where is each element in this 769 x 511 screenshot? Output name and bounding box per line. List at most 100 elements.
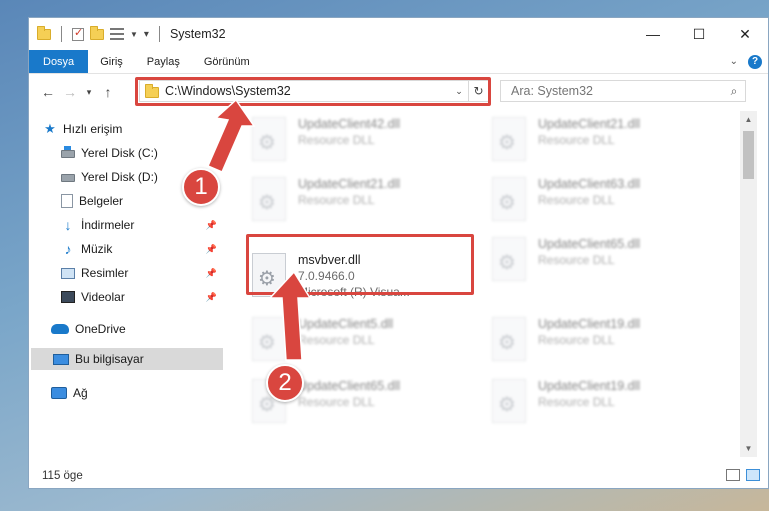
sidebar-item-label: Resimler — [81, 266, 129, 280]
help-icon[interactable]: ? — [748, 54, 762, 69]
title-divider — [158, 26, 160, 42]
search-input[interactable] — [511, 84, 723, 98]
navigation-pane: ★ Hızlı erişim Yerel Disk (C:) Yerel Dis… — [29, 116, 223, 456]
forward-arrow-icon[interactable]: → — [59, 84, 81, 100]
customize-toolbar-icon[interactable]: ▾ — [144, 29, 149, 40]
expand-ribbon-icon[interactable]: ⌄ — [730, 56, 738, 67]
search-box[interactable]: ⌕ — [500, 80, 746, 102]
pin-icon[interactable]: 📌 — [206, 220, 217, 231]
pin-icon[interactable]: 📌 — [206, 244, 217, 255]
file-tile[interactable]: UpdateClient63.dll Resource DLL — [488, 171, 718, 227]
scroll-thumb[interactable] — [743, 131, 754, 179]
scroll-down-icon[interactable]: ▼ — [740, 440, 757, 457]
title-bar: ▼ ▾ System32 — ☐ ✕ — [29, 18, 768, 50]
network-icon — [51, 387, 67, 399]
ribbon-tabs: Dosya Giriş Paylaş Görünüm ⌄ ? — [29, 50, 768, 74]
tab-home[interactable]: Giriş — [88, 50, 135, 73]
file-description: Resource DLL — [298, 333, 375, 347]
sidebar-item-label: Bu bilgisayar — [75, 352, 144, 366]
close-button[interactable]: ✕ — [722, 18, 768, 50]
sidebar-item-label: Belgeler — [79, 194, 124, 208]
sidebar-item-onedrive[interactable]: OneDrive — [51, 318, 221, 340]
dll-file-icon — [492, 317, 526, 361]
back-arrow-icon[interactable]: ← — [37, 84, 59, 100]
dll-file-icon — [492, 237, 526, 281]
item-count: 115 öge — [42, 470, 83, 482]
file-tile[interactable]: UpdateClient19.dll Resource DLL — [488, 311, 718, 367]
documents-icon — [61, 194, 73, 208]
file-name: UpdateClient19.dll — [538, 379, 641, 393]
dll-file-icon — [492, 117, 526, 161]
videos-icon — [61, 291, 75, 303]
sidebar-item-downloads[interactable]: ↓ İndirmeler 📌 — [61, 214, 221, 236]
properties-icon[interactable] — [72, 26, 84, 41]
minimize-button[interactable]: — — [630, 18, 676, 50]
customize-view-icon[interactable] — [110, 28, 124, 40]
vertical-scrollbar[interactable]: ▲ ▼ — [740, 111, 757, 457]
tiles-view-icon[interactable] — [746, 469, 760, 481]
star-icon: ★ — [44, 121, 56, 136]
sidebar-item-label: Yerel Disk (C:) — [81, 146, 158, 160]
pin-icon[interactable]: 📌 — [206, 292, 217, 303]
sidebar-item-quick-access[interactable]: ★ Hızlı erişim — [43, 118, 219, 140]
file-description: Resource DLL — [298, 133, 375, 147]
pictures-icon — [61, 267, 75, 279]
tab-file[interactable]: Dosya — [29, 50, 89, 73]
maximize-button[interactable]: ☐ — [676, 18, 722, 50]
sidebar-item-label: Hızlı erişim — [63, 122, 123, 136]
file-tile[interactable]: UpdateClient19.dll Resource DLL — [488, 373, 718, 429]
file-name: UpdateClient21.dll — [298, 177, 401, 191]
pin-icon[interactable]: 📌 — [206, 268, 217, 279]
file-name: UpdateClient63.dll — [538, 177, 641, 191]
music-icon: ♪ — [64, 241, 72, 257]
tab-view[interactable]: Görünüm — [192, 50, 262, 73]
file-tile[interactable]: UpdateClient5.dll Resource DLL — [248, 311, 478, 367]
file-name: UpdateClient42.dll — [298, 117, 401, 131]
file-tile[interactable]: UpdateClient42.dll Resource DLL — [248, 111, 478, 167]
this-pc-icon — [53, 353, 69, 365]
step-2-badge: 2 — [266, 364, 304, 402]
details-view-icon[interactable] — [726, 469, 740, 481]
folder-icon — [37, 25, 51, 40]
file-name: UpdateClient19.dll — [538, 317, 641, 331]
sidebar-item-label: Videolar — [81, 290, 125, 304]
file-name: UpdateClient65.dll — [538, 237, 641, 251]
sidebar-item-videos[interactable]: Videolar 📌 — [61, 286, 221, 308]
sidebar-item-label: Yerel Disk (D:) — [81, 170, 158, 184]
file-name: UpdateClient5.dll — [298, 317, 394, 331]
sidebar-item-network[interactable]: Ağ — [51, 382, 221, 404]
sidebar-item-label: İndirmeler — [81, 218, 135, 232]
sidebar-item-label: Ağ — [73, 386, 88, 400]
file-tile[interactable]: UpdateClient65.dll Resource DLL — [488, 231, 718, 287]
sidebar-item-label: OneDrive — [75, 322, 126, 336]
file-tile[interactable]: UpdateClient21.dll Resource DLL — [488, 111, 718, 167]
tab-share[interactable]: Paylaş — [135, 50, 192, 73]
downloads-icon: ↓ — [64, 217, 72, 233]
file-name: UpdateClient21.dll — [538, 117, 641, 131]
scroll-up-icon[interactable]: ▲ — [740, 111, 757, 128]
ribbon-right: ⌄ ? — [730, 50, 768, 73]
sidebar-item-pictures[interactable]: Resimler 📌 — [61, 262, 221, 284]
dll-file-icon — [492, 177, 526, 221]
recent-locations-icon[interactable]: ▾ — [81, 87, 97, 98]
dll-file-icon — [492, 379, 526, 423]
drive-c-icon — [61, 146, 75, 158]
up-arrow-icon[interactable]: ↑ — [97, 84, 119, 100]
search-icon[interactable]: ⌕ — [723, 84, 745, 99]
new-folder-icon[interactable] — [90, 25, 104, 40]
drive-d-icon — [61, 174, 75, 182]
file-tile[interactable]: UpdateClient21.dll Resource DLL — [248, 171, 478, 227]
file-name: UpdateClient65.dll — [298, 379, 401, 393]
window-title: System32 — [169, 27, 226, 41]
toolbar-divider — [61, 26, 62, 42]
dll-file-icon — [252, 177, 286, 221]
file-description: Resource DLL — [538, 193, 615, 207]
sidebar-item-label: Müzik — [81, 242, 113, 256]
sidebar-item-this-pc[interactable]: Bu bilgisayar — [31, 348, 223, 370]
chevron-down-icon[interactable]: ▼ — [130, 30, 138, 39]
dll-file-icon — [252, 117, 286, 161]
sidebar-item-drive-c[interactable]: Yerel Disk (C:) — [61, 142, 221, 164]
sidebar-item-music[interactable]: ♪ Müzik 📌 — [61, 238, 221, 260]
window-controls: — ☐ ✕ — [630, 18, 768, 50]
file-description: Resource DLL — [538, 395, 615, 409]
